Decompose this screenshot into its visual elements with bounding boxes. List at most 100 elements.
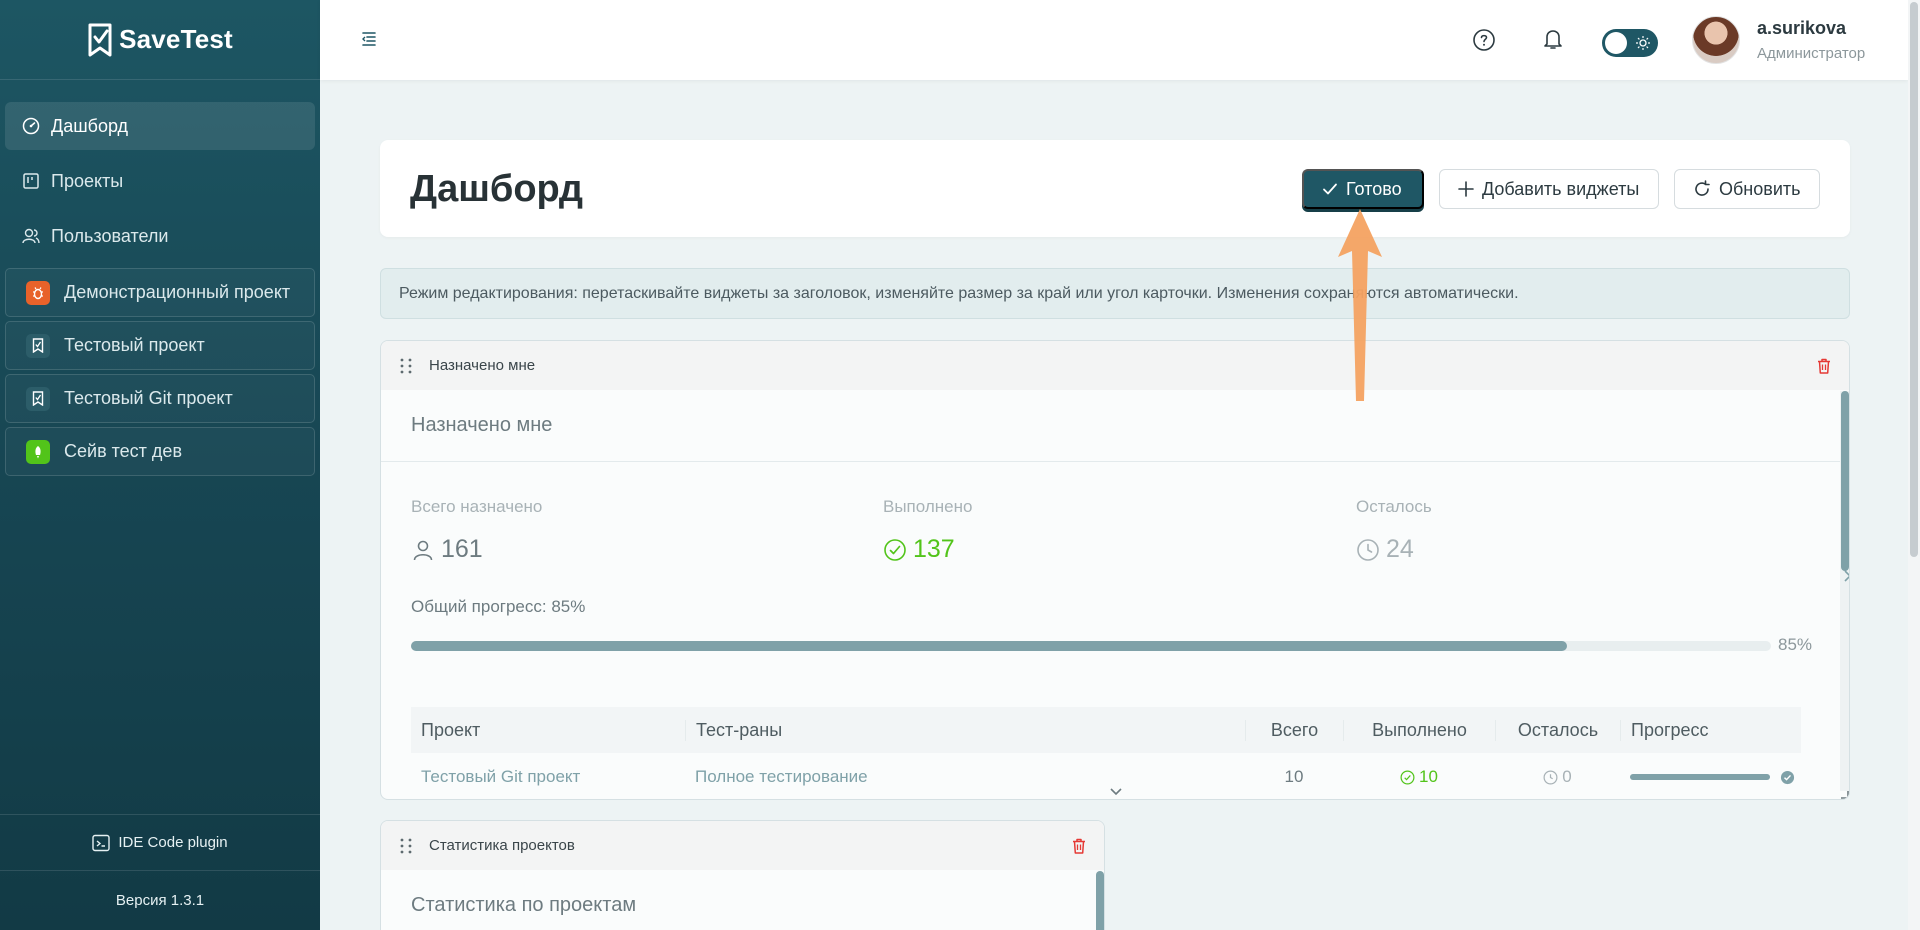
ide-plugin-label: IDE Code plugin xyxy=(118,834,228,851)
overall-progress-fill xyxy=(411,641,1567,651)
widget-title: Статистика по проектам xyxy=(381,870,1104,930)
brand-logo-icon xyxy=(88,23,112,56)
project-label: Сейв тест дев xyxy=(64,441,183,461)
row-project-link[interactable]: Тестовый Git проект xyxy=(411,767,685,787)
column-header-done[interactable]: Выполнено xyxy=(1343,719,1495,741)
nav-item-label: Проекты xyxy=(51,170,124,191)
widget-header-title: Назначено мне xyxy=(429,357,536,374)
sun-icon xyxy=(1636,36,1650,50)
stat-total: Всего назначено 161 xyxy=(411,497,542,564)
column-header-progress[interactable]: Прогресс xyxy=(1620,719,1801,741)
widget-header[interactable]: Назначено мне xyxy=(381,341,1849,390)
project-logo-icon xyxy=(26,333,50,358)
rocket-icon xyxy=(26,439,50,464)
trash-icon[interactable] xyxy=(1815,357,1833,375)
bell-icon[interactable] xyxy=(1542,27,1564,51)
clock-icon xyxy=(1543,770,1558,784)
edit-mode-banner: Режим редактирования: перетаскивайте вид… xyxy=(380,268,1850,319)
project-logo-icon xyxy=(26,386,50,411)
row-done-value: 10 xyxy=(1419,767,1438,786)
row-progress-bar xyxy=(1630,774,1770,780)
check-circle-icon xyxy=(884,538,906,561)
avatar[interactable] xyxy=(1692,16,1740,64)
help-icon[interactable] xyxy=(1472,28,1496,52)
sidebar-project-git[interactable]: Тестовый Git проект xyxy=(5,374,315,423)
sidebar-footer: IDE Code plugin Версия 1.3.1 xyxy=(0,814,320,930)
drag-handle-icon[interactable] xyxy=(399,837,413,855)
nav-item-users[interactable]: Пользователи xyxy=(5,212,315,260)
overall-progress-label: Общий прогресс: 85% xyxy=(411,597,586,616)
row-progress xyxy=(1620,770,1801,785)
sidebar-project-test[interactable]: Тестовый проект xyxy=(5,321,315,370)
stat-done: Выполнено 137 xyxy=(883,497,972,564)
brand-name: SaveTest xyxy=(119,24,233,54)
sidebar: SaveTest Дашборд Проекты Пользователи Де… xyxy=(0,0,320,930)
dashboard-icon xyxy=(21,116,41,136)
stat-done-value: 137 xyxy=(913,535,955,563)
column-header-runs[interactable]: Тест-раны xyxy=(685,719,1245,741)
brand[interactable]: SaveTest xyxy=(0,0,320,80)
nav-item-label: Дашборд xyxy=(51,115,129,136)
overall-progress-percent: 85% xyxy=(1778,635,1813,654)
stat-total-value: 161 xyxy=(441,535,483,563)
row-progress-fill xyxy=(1630,774,1770,780)
add-widgets-label: Добавить виджеты xyxy=(1482,178,1640,199)
column-header-project[interactable]: Проект xyxy=(411,720,685,741)
sidebar-projects: Демонстрационный проект Тестовый проект … xyxy=(0,268,320,476)
stat-left-value: 24 xyxy=(1386,535,1414,563)
table-header: Проект Тест-раны Всего Выполнено Осталос… xyxy=(411,707,1801,753)
page-title: Дашборд xyxy=(410,168,583,210)
version-label: Версия 1.3.1 xyxy=(0,870,320,930)
chevron-down-icon[interactable] xyxy=(1109,787,1123,797)
assigned-widget[interactable]: Назначено мне Назначено мне Всего назнач… xyxy=(380,340,1850,800)
theme-toggle[interactable] xyxy=(1602,29,1658,57)
stat-left-label: Осталось xyxy=(1356,497,1432,516)
topbar: a.surikova Администратор xyxy=(320,0,1908,80)
refresh-button[interactable]: Обновить xyxy=(1674,169,1820,209)
sidebar-project-dev[interactable]: Сейв тест дев xyxy=(5,427,315,476)
row-done: 10 xyxy=(1343,767,1495,787)
chevron-right-icon[interactable] xyxy=(1843,569,1850,583)
assigned-table: Проект Тест-раны Всего Выполнено Осталос… xyxy=(411,707,1801,799)
annotation-arrow xyxy=(1338,209,1382,401)
widget-scrollbar-thumb[interactable] xyxy=(1096,871,1104,930)
done-button[interactable]: Готово xyxy=(1302,169,1424,209)
projects-icon xyxy=(21,171,41,191)
toggle-knob xyxy=(1605,32,1627,54)
row-left-value: 0 xyxy=(1562,767,1572,786)
resize-handle-icon[interactable] xyxy=(1839,789,1849,799)
project-label: Тестовый Git проект xyxy=(64,388,233,408)
check-circle-filled-icon xyxy=(1780,770,1795,784)
column-header-total[interactable]: Всего xyxy=(1245,719,1343,741)
column-header-left[interactable]: Осталось xyxy=(1495,719,1620,741)
project-stats-widget[interactable]: Статистика проектов Статистика по проект… xyxy=(380,820,1105,930)
user-icon xyxy=(413,540,433,560)
page-scrollbar-thumb[interactable] xyxy=(1910,2,1918,557)
widget-header-title: Статистика проектов xyxy=(429,837,575,854)
user-name: a.surikova xyxy=(1757,18,1847,38)
clock-icon xyxy=(1357,538,1379,561)
bug-icon xyxy=(26,280,50,305)
add-widgets-button[interactable]: Добавить виджеты xyxy=(1439,169,1659,209)
sidebar-project-demo[interactable]: Демонстрационный проект xyxy=(5,268,315,317)
ide-plugin-link[interactable]: IDE Code plugin xyxy=(0,814,320,870)
terminal-icon xyxy=(92,834,111,851)
refresh-icon xyxy=(1695,180,1710,196)
row-run-link[interactable]: Полное тестирование xyxy=(685,767,1245,787)
plus-icon xyxy=(1458,181,1474,197)
check-circle-icon xyxy=(1400,770,1415,784)
trash-icon[interactable] xyxy=(1070,837,1088,855)
main-nav: Дашборд Проекты Пользователи xyxy=(0,80,320,260)
project-label: Тестовый проект xyxy=(64,335,205,355)
stat-left: Осталось 24 xyxy=(1356,497,1432,564)
nav-item-dashboard[interactable]: Дашборд xyxy=(5,102,315,150)
collapse-sidebar-icon[interactable] xyxy=(360,30,378,48)
drag-handle-icon[interactable] xyxy=(399,357,413,375)
nav-item-projects[interactable]: Проекты xyxy=(5,157,315,205)
widget-scrollbar-thumb[interactable] xyxy=(1841,391,1849,571)
table-row[interactable]: Тестовый Git проект Полное тестирование … xyxy=(411,753,1801,799)
widget-header[interactable]: Статистика проектов xyxy=(381,821,1104,870)
row-left: 0 xyxy=(1495,767,1620,787)
stat-total-label: Всего назначено xyxy=(411,497,543,516)
stat-done-label: Выполнено xyxy=(883,497,973,516)
